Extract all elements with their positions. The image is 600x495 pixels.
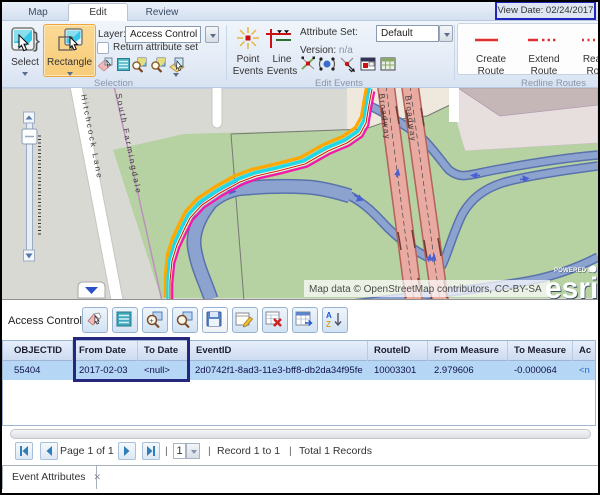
svg-text:A: A	[326, 311, 332, 320]
svg-text:esri: esri	[545, 272, 598, 299]
svg-text:}: }	[33, 29, 40, 52]
svg-text:+: +	[150, 318, 154, 325]
svg-text:Z: Z	[326, 320, 331, 329]
svg-text:Map data © OpenStreetMap contr: Map data © OpenStreetMap contributors, C…	[309, 284, 542, 295]
